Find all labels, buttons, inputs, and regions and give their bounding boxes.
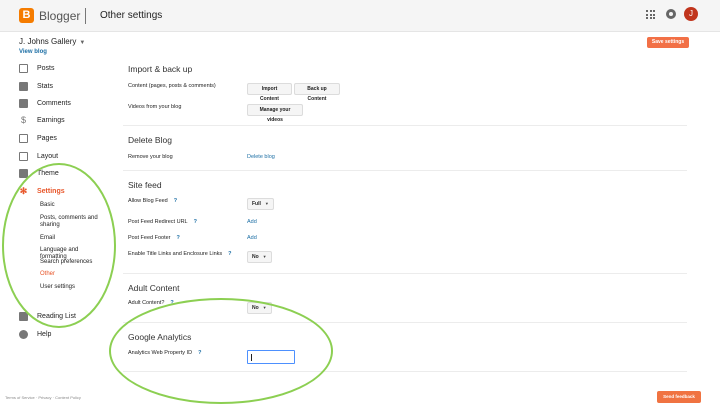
sidebar-item-stats[interactable]: Stats <box>19 80 53 92</box>
section-divider <box>123 170 687 171</box>
settings-sub-posts-comments-sharing[interactable]: Posts, comments and sharing <box>40 215 106 229</box>
text-cursor <box>251 354 252 361</box>
footer-links: Terms of Service · Privacy · Content Pol… <box>5 395 81 400</box>
chevron-down-icon: ▼ <box>262 305 267 310</box>
section-divider <box>123 273 687 274</box>
adult-content-label: Adult Content?? <box>128 300 174 306</box>
content-label: Content (pages, posts & comments) <box>128 83 216 89</box>
settings-sub-search-preferences[interactable]: Search preferences <box>40 259 106 266</box>
posts-icon <box>19 63 28 73</box>
blogger-logo-icon[interactable]: B <box>19 8 34 23</box>
send-feedback-button[interactable]: Send feedback <box>657 391 701 403</box>
view-blog-link[interactable]: View blog <box>19 49 47 55</box>
sidebar-item-label: Theme <box>37 169 59 177</box>
help-icon[interactable]: ? <box>198 350 201 356</box>
sidebar-item-pages[interactable]: Pages <box>19 132 57 144</box>
help-icon[interactable]: ? <box>177 235 180 241</box>
comments-icon <box>19 98 28 108</box>
chevron-down-icon: ▼ <box>264 201 269 206</box>
sidebar-item-earnings[interactable]: $ Earnings <box>19 114 65 126</box>
avatar[interactable]: J <box>684 7 698 21</box>
sidebar-item-posts[interactable]: Posts <box>19 62 55 74</box>
section-divider <box>123 322 687 323</box>
layout-icon <box>19 151 28 161</box>
backup-content-button[interactable]: Back up Content <box>294 83 340 102</box>
terms-link[interactable]: Terms of Service <box>5 395 35 400</box>
sidebar-item-label: Pages <box>37 134 57 142</box>
allow-feed-label: Allow Blog Feed? <box>128 198 178 204</box>
blog-name: J. Johns Gallery <box>19 37 77 46</box>
sidebar-item-label: Posts <box>37 64 55 72</box>
blog-selector[interactable]: J. Johns Gallery ▼ <box>19 37 85 46</box>
section-title-delete-blog: Delete Blog <box>128 135 172 145</box>
dollar-icon: $ <box>20 114 26 125</box>
sidebar-item-theme[interactable]: Theme <box>19 167 59 179</box>
redirect-url-label: Post Feed Redirect URL? <box>128 219 197 225</box>
apps-grid-icon[interactable] <box>646 10 655 19</box>
adult-content-select[interactable]: No ▼ <box>247 302 272 314</box>
pages-icon <box>19 133 28 143</box>
sidebar-item-label: Layout <box>37 152 59 160</box>
section-title-site-feed: Site feed <box>128 180 162 190</box>
page-title: Other settings <box>100 10 163 21</box>
help-icon[interactable]: ? <box>194 219 197 225</box>
section-divider <box>123 125 687 126</box>
help-icon[interactable]: ? <box>170 300 173 306</box>
delete-blog-link[interactable]: Delete blog <box>247 154 275 160</box>
privacy-link[interactable]: Privacy <box>38 395 51 400</box>
enclosure-links-label: Enable Title Links and Enclosure Links? <box>128 251 232 257</box>
sidebar-item-layout[interactable]: Layout <box>19 150 58 162</box>
save-settings-button[interactable]: Save settings <box>647 37 689 48</box>
content-policy-link[interactable]: Content Policy <box>55 395 81 400</box>
notifications-icon[interactable] <box>666 9 676 19</box>
import-content-button[interactable]: Import Content <box>247 83 292 102</box>
gear-icon: ✻ <box>19 185 28 196</box>
sidebar-item-label: Comments <box>37 99 71 107</box>
add-redirect-link[interactable]: Add <box>247 219 257 225</box>
section-divider <box>123 371 687 372</box>
footer-separator: · <box>52 395 54 400</box>
chevron-down-icon: ▼ <box>79 40 86 46</box>
top-bar: B Blogger Other settings J <box>0 0 720 32</box>
videos-label: Videos from your blog <box>128 104 182 110</box>
sidebar-item-settings[interactable]: ✻ Settings <box>19 185 65 197</box>
enclosure-links-select[interactable]: No ▼ <box>247 251 272 263</box>
theme-icon <box>19 168 28 178</box>
help-icon <box>19 329 28 339</box>
sidebar-item-help[interactable]: Help <box>19 328 51 340</box>
sidebar-item-comments[interactable]: Comments <box>19 97 71 109</box>
chevron-down-icon: ▼ <box>262 254 267 259</box>
sidebar-item-label: Stats <box>37 82 53 90</box>
help-icon[interactable]: ? <box>228 251 231 257</box>
remove-blog-label: Remove your blog <box>128 154 173 160</box>
section-title-import-backup: Import & back up <box>128 64 193 74</box>
header-divider <box>85 8 86 24</box>
section-title-google-analytics: Google Analytics <box>128 332 192 342</box>
allow-feed-select[interactable]: Full ▼ <box>247 198 274 210</box>
sidebar-item-label: Earnings <box>37 116 65 124</box>
help-icon[interactable]: ? <box>174 198 177 204</box>
stats-icon <box>19 81 28 91</box>
settings-sub-other[interactable]: Other <box>40 271 106 278</box>
analytics-id-label: Analytics Web Property ID? <box>128 350 202 356</box>
sidebar-item-label: Settings <box>37 187 65 195</box>
section-title-adult-content: Adult Content <box>128 283 180 293</box>
settings-sub-user-settings[interactable]: User settings <box>40 284 106 291</box>
analytics-id-input[interactable] <box>247 350 295 364</box>
sidebar-item-reading-list[interactable]: Reading List <box>19 310 76 322</box>
manage-videos-button[interactable]: Manage your videos <box>247 104 303 123</box>
bookmark-icon <box>19 311 28 321</box>
add-footer-link[interactable]: Add <box>247 235 257 241</box>
sidebar-item-label: Help <box>37 330 52 338</box>
settings-sub-email[interactable]: Email <box>40 235 106 242</box>
settings-sub-basic[interactable]: Basic <box>40 202 106 209</box>
brand-name[interactable]: Blogger <box>39 9 80 23</box>
feed-footer-label: Post Feed Footer? <box>128 235 180 241</box>
sidebar-item-label: Reading List <box>37 312 76 320</box>
